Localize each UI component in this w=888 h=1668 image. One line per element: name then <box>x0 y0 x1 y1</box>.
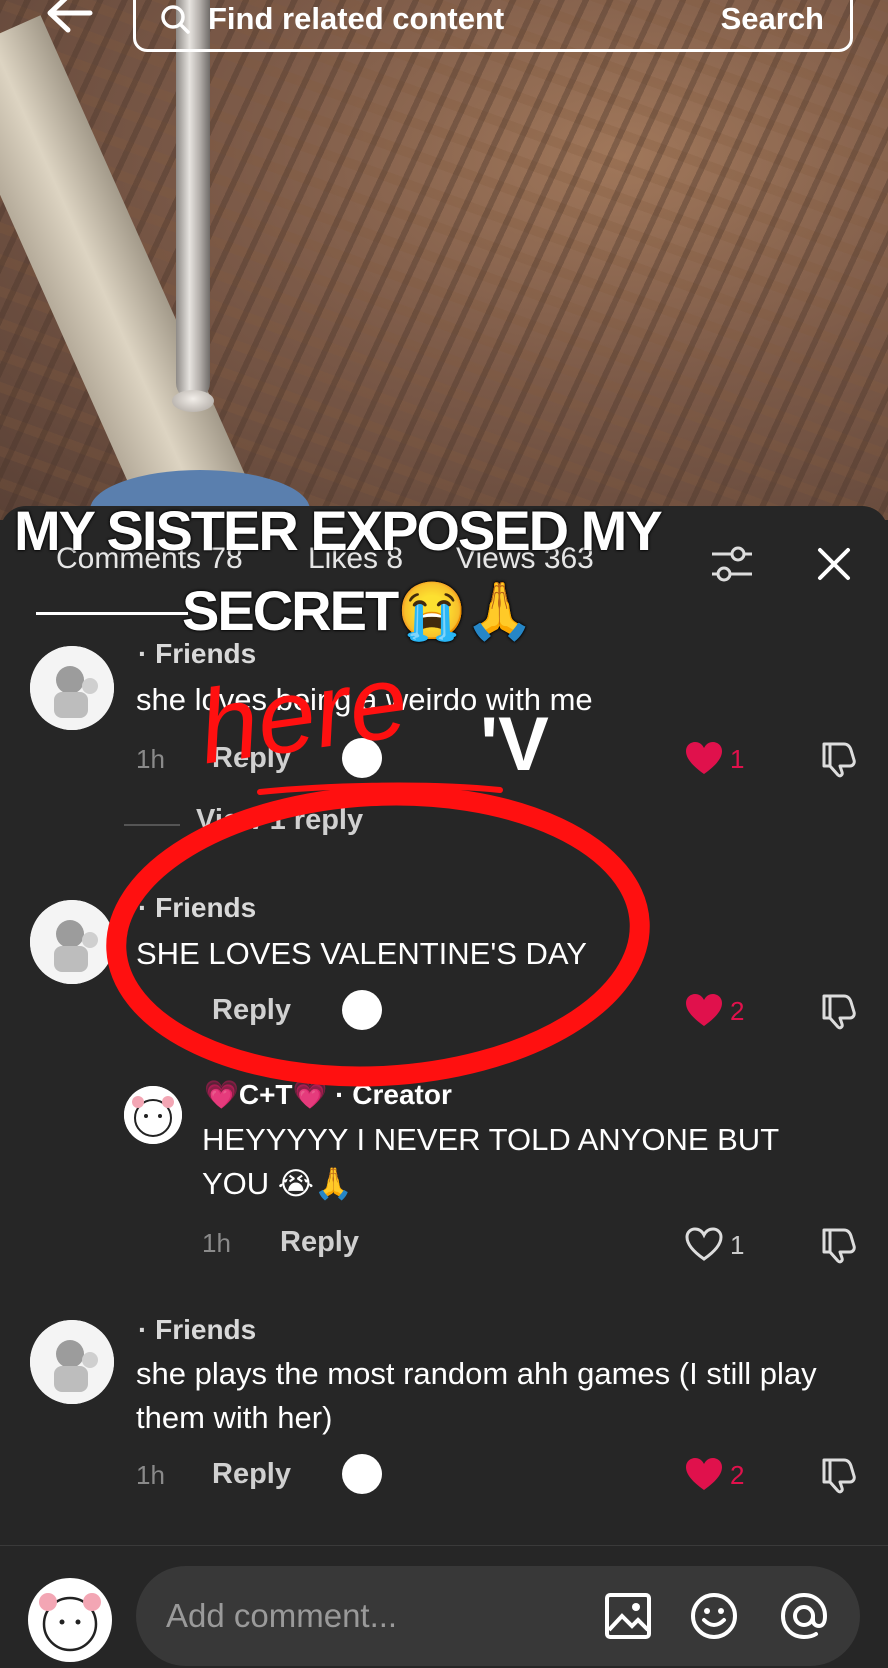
comment-username[interactable]: · Friends <box>138 892 256 924</box>
avatar[interactable] <box>30 900 114 984</box>
like-count: 1 <box>730 744 745 774</box>
filter-icon[interactable] <box>708 542 756 586</box>
emoji-icon[interactable] <box>688 1590 740 1642</box>
reply-time: 1h <box>202 1228 231 1258</box>
heart-filled-icon[interactable] <box>684 1456 724 1492</box>
creator-avatar[interactable] <box>124 1086 182 1144</box>
reply-text: HEYYYYY I NEVER TOLD ANYONE BUT YOU 😭🙏 <box>202 1122 779 1201</box>
creator-avatar-icon <box>124 1086 182 1144</box>
overlay-caption-line1: MY SISTER EXPOSED MY <box>14 499 663 562</box>
dislike-icon[interactable] <box>818 1224 858 1264</box>
comment-username[interactable]: · Friends <box>138 1314 256 1346</box>
comment-text: she plays the most random ahh games (I s… <box>136 1356 817 1435</box>
comment-time: 1h <box>136 1460 165 1490</box>
creator-liked-avatar <box>342 990 382 1030</box>
background-chair-leg <box>176 0 210 400</box>
close-icon[interactable] <box>816 546 852 582</box>
overlay-caption-line2: SECRET😭🙏 <box>182 579 535 642</box>
avatar[interactable] <box>30 1320 114 1404</box>
background-chair-foot <box>172 390 214 412</box>
view-replies-label[interactable]: View 1 reply <box>196 804 363 837</box>
reply-button[interactable]: Reply <box>212 994 291 1027</box>
creator-username[interactable]: 💗C+T💗 · Creator <box>204 1078 452 1111</box>
comment-input-bar <box>0 1545 888 1668</box>
image-icon[interactable] <box>602 1590 654 1642</box>
heart-outline-icon[interactable] <box>684 1226 724 1262</box>
search-bar[interactable]: Find related content Search <box>133 0 853 52</box>
creator-liked-avatar <box>342 738 382 778</box>
reply-button[interactable]: Reply <box>280 1226 359 1259</box>
reply-button[interactable]: Reply <box>212 742 291 775</box>
avatar[interactable] <box>30 646 114 730</box>
my-avatar <box>28 1578 112 1662</box>
overlay-strike-line <box>36 612 188 615</box>
comment-time: 1h <box>136 744 165 774</box>
like-count: 2 <box>730 1460 745 1490</box>
view-replies-line <box>124 824 180 826</box>
reply-button[interactable]: Reply <box>212 1458 291 1491</box>
add-comment-input[interactable] <box>136 1566 860 1666</box>
video-background <box>0 0 888 520</box>
like-count: 1 <box>730 1230 745 1260</box>
search-input[interactable]: Find related content <box>208 1 721 37</box>
my-avatar-icon <box>39 1593 101 1652</box>
mention-icon[interactable] <box>778 1590 830 1642</box>
search-icon <box>161 5 190 34</box>
background-pole <box>0 15 269 520</box>
avatar-image-icon <box>30 1320 114 1404</box>
avatar-image-icon <box>30 900 114 984</box>
search-button[interactable]: Search <box>721 1 824 37</box>
heart-filled-icon[interactable] <box>684 740 724 776</box>
creator-liked-avatar <box>342 1454 382 1494</box>
like-count: 2 <box>730 996 745 1026</box>
avatar-image-icon <box>30 646 114 730</box>
back-arrow-icon[interactable] <box>44 0 94 36</box>
comment-text: she loves being a weirdo with me <box>136 682 593 717</box>
heart-filled-icon[interactable] <box>684 992 724 1028</box>
dislike-icon[interactable] <box>818 738 858 778</box>
dislike-icon[interactable] <box>818 990 858 1030</box>
dislike-icon[interactable] <box>818 1454 858 1494</box>
comment-text: SHE LOVES VALENTINE'S DAY <box>136 936 587 971</box>
